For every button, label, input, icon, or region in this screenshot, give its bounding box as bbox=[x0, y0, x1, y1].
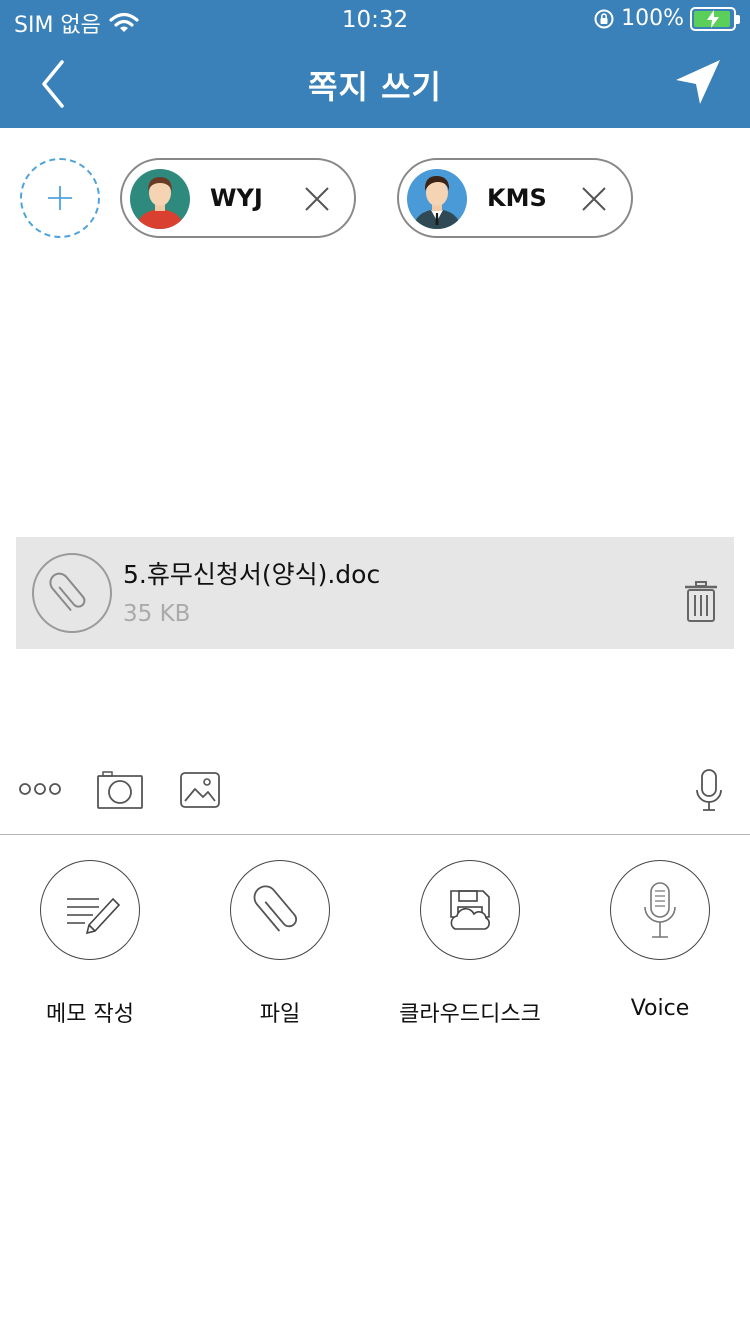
compose-toolbar bbox=[0, 760, 750, 820]
plus-icon bbox=[48, 186, 72, 210]
action-cloud-disk[interactable]: 클라우드디스크 bbox=[375, 860, 565, 1040]
action-memo[interactable]: 메모 작성 bbox=[0, 860, 185, 1040]
top-bar: SIM 없음 10:32 100% 쪽지 쓰기 bbox=[0, 0, 750, 128]
rotation-lock-icon bbox=[594, 9, 614, 28]
recipients-row: WYJ KMS bbox=[0, 158, 750, 240]
close-icon bbox=[582, 187, 606, 211]
camera-icon bbox=[97, 771, 143, 809]
action-label: Voice bbox=[630, 996, 690, 1021]
charging-bolt-icon bbox=[707, 9, 719, 28]
action-label: 클라우드디스크 bbox=[399, 1002, 541, 1027]
delete-attachment-button[interactable] bbox=[684, 581, 718, 623]
toolbar-divider bbox=[0, 834, 750, 835]
remove-recipient-button[interactable] bbox=[302, 184, 332, 214]
status-right: 100% bbox=[593, 6, 740, 31]
action-label: 메모 작성 bbox=[46, 1002, 134, 1027]
action-icon-circle bbox=[610, 860, 710, 960]
more-dots-icon bbox=[19, 783, 61, 795]
microphone-icon bbox=[644, 882, 676, 938]
recipient-chip[interactable]: WYJ bbox=[120, 158, 356, 238]
action-file[interactable]: 파일 bbox=[185, 860, 375, 1040]
recipient-chip[interactable]: KMS bbox=[397, 158, 633, 238]
send-button[interactable] bbox=[672, 56, 724, 108]
recipient-name: WYJ bbox=[210, 184, 263, 212]
voice-input-button[interactable] bbox=[694, 768, 724, 818]
battery-icon bbox=[690, 6, 740, 31]
paper-plane-icon bbox=[676, 60, 720, 104]
cloud-disk-icon bbox=[450, 890, 490, 930]
add-recipient-button[interactable] bbox=[20, 158, 100, 238]
camera-button[interactable] bbox=[96, 770, 144, 814]
recipient-name: KMS bbox=[487, 184, 547, 212]
more-button[interactable] bbox=[18, 778, 62, 804]
paperclip-icon bbox=[253, 885, 298, 932]
battery-cap bbox=[736, 14, 740, 24]
action-voice[interactable]: Voice bbox=[565, 860, 750, 1040]
battery-percent: 100% bbox=[621, 6, 684, 31]
page-title: 쪽지 쓰기 bbox=[308, 68, 442, 106]
avatar bbox=[407, 169, 467, 229]
attachment-icon-circle bbox=[32, 553, 112, 633]
microphone-icon bbox=[696, 769, 722, 811]
trash-icon bbox=[685, 581, 717, 622]
status-bar: SIM 없음 10:32 100% bbox=[0, 0, 750, 40]
attachment-item[interactable]: 5.휴무신청서(양식).doc 35 KB bbox=[16, 537, 734, 649]
action-icon-circle bbox=[230, 860, 330, 960]
avatar bbox=[130, 169, 190, 229]
action-icon-circle bbox=[40, 860, 140, 960]
paperclip-icon bbox=[49, 572, 86, 611]
action-icon-circle bbox=[420, 860, 520, 960]
image-icon bbox=[180, 772, 220, 808]
image-button[interactable] bbox=[178, 770, 222, 814]
nav-bar: 쪽지 쓰기 bbox=[0, 40, 750, 128]
remove-recipient-button[interactable] bbox=[579, 184, 609, 214]
attachment-file-size: 35 KB bbox=[123, 601, 191, 627]
memo-pencil-icon bbox=[67, 897, 121, 935]
action-label: 파일 bbox=[259, 1002, 301, 1027]
close-icon bbox=[305, 187, 329, 211]
attachment-file-name: 5.휴무신청서(양식).doc bbox=[123, 560, 381, 589]
attach-actions: 메모 작성 파일 클라우드디스크 Voice bbox=[0, 860, 750, 1040]
